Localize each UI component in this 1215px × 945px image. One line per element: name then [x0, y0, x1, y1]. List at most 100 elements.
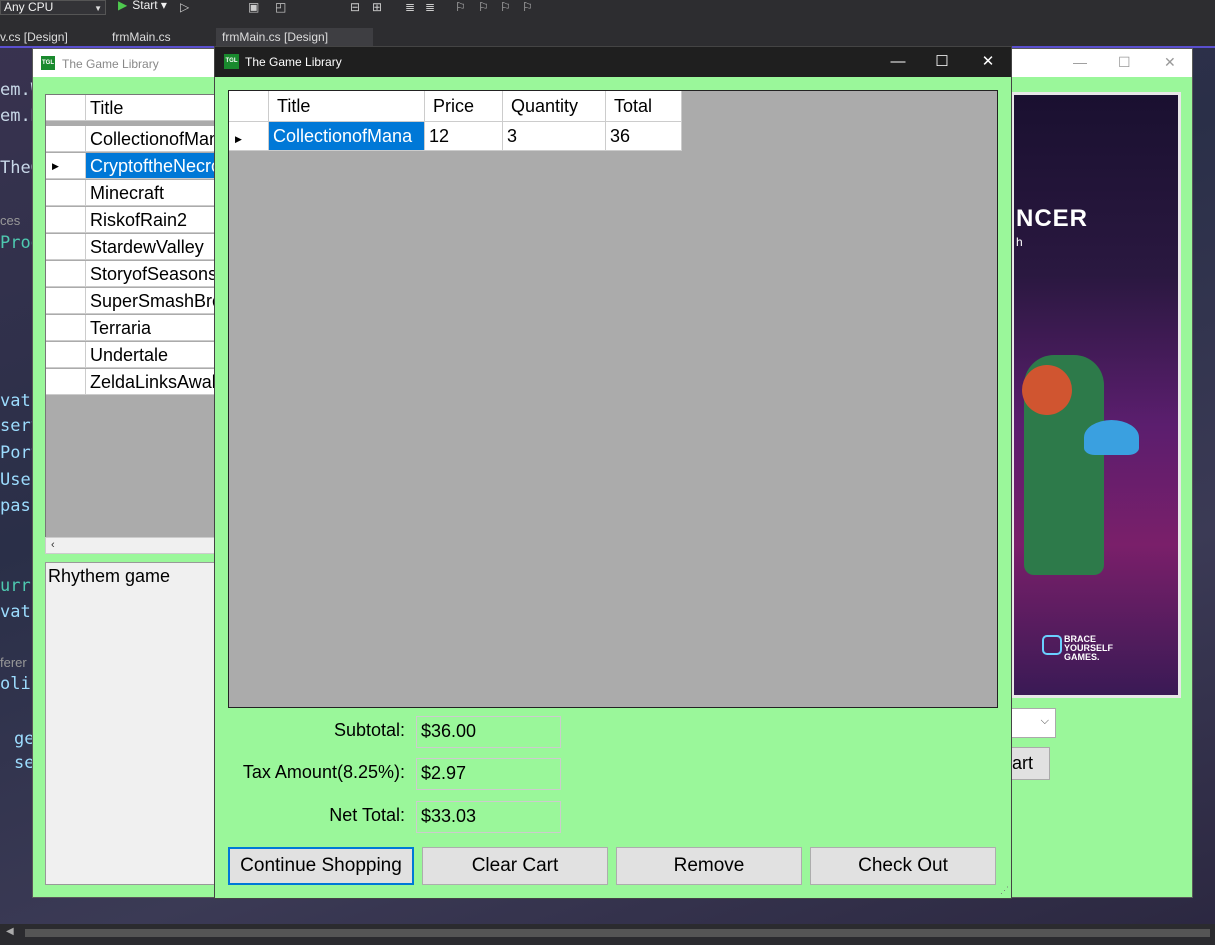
publisher-logo-text: BRACE YOURSELF GAMES. [1064, 634, 1114, 662]
scroll-left-icon[interactable]: ‹ [51, 539, 55, 551]
cart-cell-price[interactable]: 12 [425, 122, 503, 151]
quantity-combo[interactable]: ⌵ [1011, 708, 1056, 738]
grid-horizontal-scrollbar[interactable]: ‹ [45, 537, 217, 554]
game-cover-image: NCER h BRACE YOURSELF GAMES. [1011, 92, 1181, 698]
table-row[interactable]: SuperSmashBros [46, 288, 216, 315]
row-header[interactable] [46, 126, 86, 152]
check-out-button[interactable]: Check Out [810, 847, 996, 885]
row-pointer-icon: ▶ [52, 161, 59, 171]
table-row[interactable]: Terraria [46, 315, 216, 342]
close-icon[interactable]: ✕ [1164, 54, 1176, 71]
ide-horizontal-scrollbar[interactable]: ◀ [0, 924, 1215, 945]
publisher-logo-icon [1042, 635, 1062, 655]
grid-cell[interactable]: SuperSmashBros [86, 288, 216, 314]
toolbar-icon[interactable]: ≣ [405, 0, 415, 14]
cart-cell-title[interactable]: CollectionofMana [269, 122, 425, 151]
row-header[interactable] [46, 261, 86, 287]
scroll-left-icon[interactable]: ◀ [6, 926, 14, 937]
ide-tab[interactable]: frmMain.cs [Design] [216, 28, 373, 46]
grid-cell[interactable]: CollectionofMana [86, 126, 216, 152]
add-to-cart-button[interactable]: art [1011, 747, 1050, 780]
remove-button[interactable]: Remove [616, 847, 802, 885]
subtotal-field[interactable]: $36.00 [416, 716, 561, 748]
grid-header-row: Title [46, 95, 216, 122]
maximize-icon[interactable]: ☐ [1118, 54, 1131, 71]
clear-cart-button[interactable]: Clear Cart [422, 847, 608, 885]
maximize-icon[interactable]: ☐ [919, 51, 965, 73]
grid-cell[interactable]: CryptoftheNecrodancer [86, 153, 216, 179]
toolbar-icon[interactable]: ◰ [275, 0, 286, 14]
column-header-quantity[interactable]: Quantity [503, 91, 606, 122]
grid-cell[interactable]: Undertale [86, 342, 216, 368]
cart-titlebar[interactable]: TGL The Game Library — ☐ ✕ [215, 47, 1011, 77]
ide-tab[interactable]: v.cs [Design] [0, 28, 74, 46]
table-row[interactable]: RiskofRain2 [46, 207, 216, 234]
row-header[interactable] [46, 342, 86, 368]
toolbar-icon[interactable]: ▣ [248, 0, 259, 14]
start-button[interactable]: ▶ Start ▾ [118, 0, 167, 12]
table-row[interactable]: CollectionofMana [46, 126, 216, 153]
toolbar-icon[interactable]: ⊞ [372, 0, 382, 14]
table-row[interactable]: StoryofSeasons [46, 261, 216, 288]
code-fragment: ferer [0, 655, 27, 670]
run-without-debug-icon[interactable]: ▷ [180, 0, 189, 14]
net-total-field[interactable]: $33.03 [416, 801, 561, 833]
chevron-down-icon: ▼ [94, 4, 102, 13]
window-title: The Game Library [62, 57, 159, 71]
row-header[interactable] [46, 315, 86, 341]
column-header-total[interactable]: Total [606, 91, 682, 122]
window-title: The Game Library [245, 55, 342, 69]
grid-cell[interactable]: Minecraft [86, 180, 216, 206]
toolbar-icon[interactable]: ≣ [425, 0, 435, 14]
cart-grid[interactable]: Title Price Quantity Total ▶ Collectiono… [228, 90, 998, 708]
grid-cell[interactable]: Terraria [86, 315, 216, 341]
description-textbox[interactable]: Rhythem game [45, 562, 217, 885]
row-header[interactable] [46, 180, 86, 206]
row-header[interactable]: ▶ [46, 153, 86, 179]
minimize-icon[interactable]: — [875, 51, 921, 73]
grid-cell[interactable]: RiskofRain2 [86, 207, 216, 233]
table-row[interactable]: ▶ CryptoftheNecrodancer [46, 153, 216, 180]
platform-combo[interactable]: Any CPU ▼ [0, 0, 106, 15]
tax-field[interactable]: $2.97 [416, 758, 561, 790]
row-header-corner [229, 91, 269, 122]
scrollbar-thumb[interactable] [25, 929, 1210, 937]
table-row[interactable]: Undertale [46, 342, 216, 369]
resize-grip-icon[interactable]: ⋰ [1000, 885, 1009, 896]
net-total-label: Net Total: [329, 805, 405, 825]
toolbar-icon[interactable]: ⊟ [350, 0, 360, 14]
row-header[interactable] [46, 234, 86, 260]
app-icon: TGL [224, 54, 239, 69]
grid-cell[interactable]: ZeldaLinksAwakening [86, 369, 216, 395]
table-row[interactable]: StardewValley [46, 234, 216, 261]
ide-tab[interactable]: frmMain.cs [106, 28, 177, 46]
code-fragment: vat [0, 602, 31, 622]
row-header[interactable] [46, 369, 86, 395]
bookmark-icon[interactable]: ⚐ [522, 0, 533, 14]
cover-title-text: NCER [1016, 205, 1089, 232]
bookmark-icon[interactable]: ⚐ [478, 0, 489, 14]
subtotal-label: Subtotal: [333, 720, 405, 740]
row-header[interactable]: ▶ [229, 122, 269, 151]
column-header-title[interactable]: Title [269, 91, 425, 122]
bookmark-icon[interactable]: ⚐ [455, 0, 466, 14]
row-header[interactable] [46, 288, 86, 314]
grid-cell[interactable]: StoryofSeasons [86, 261, 216, 287]
code-fragment: vat [0, 391, 31, 411]
cart-cell-quantity[interactable]: 3 [503, 122, 606, 151]
table-row[interactable]: ZeldaLinksAwakening [46, 369, 216, 396]
table-row[interactable]: Minecraft [46, 180, 216, 207]
cart-cell-total[interactable]: 36 [606, 122, 682, 151]
grid-cell[interactable]: StardewValley [86, 234, 216, 260]
bookmark-icon[interactable]: ⚐ [500, 0, 511, 14]
tax-label: Tax Amount(8.25%): [242, 762, 405, 782]
game-list-grid[interactable]: Title CollectionofMana ▶ CryptoftheNecrod… [45, 94, 217, 554]
minimize-icon[interactable]: — [1073, 54, 1087, 70]
column-header-price[interactable]: Price [425, 91, 503, 122]
close-icon[interactable]: ✕ [965, 51, 1011, 73]
row-header[interactable] [46, 207, 86, 233]
column-header-title[interactable]: Title [86, 95, 216, 121]
continue-shopping-button[interactable]: Continue Shopping [228, 847, 414, 885]
cover-art-shape [1022, 365, 1072, 415]
cover-art-shape [1084, 420, 1139, 455]
